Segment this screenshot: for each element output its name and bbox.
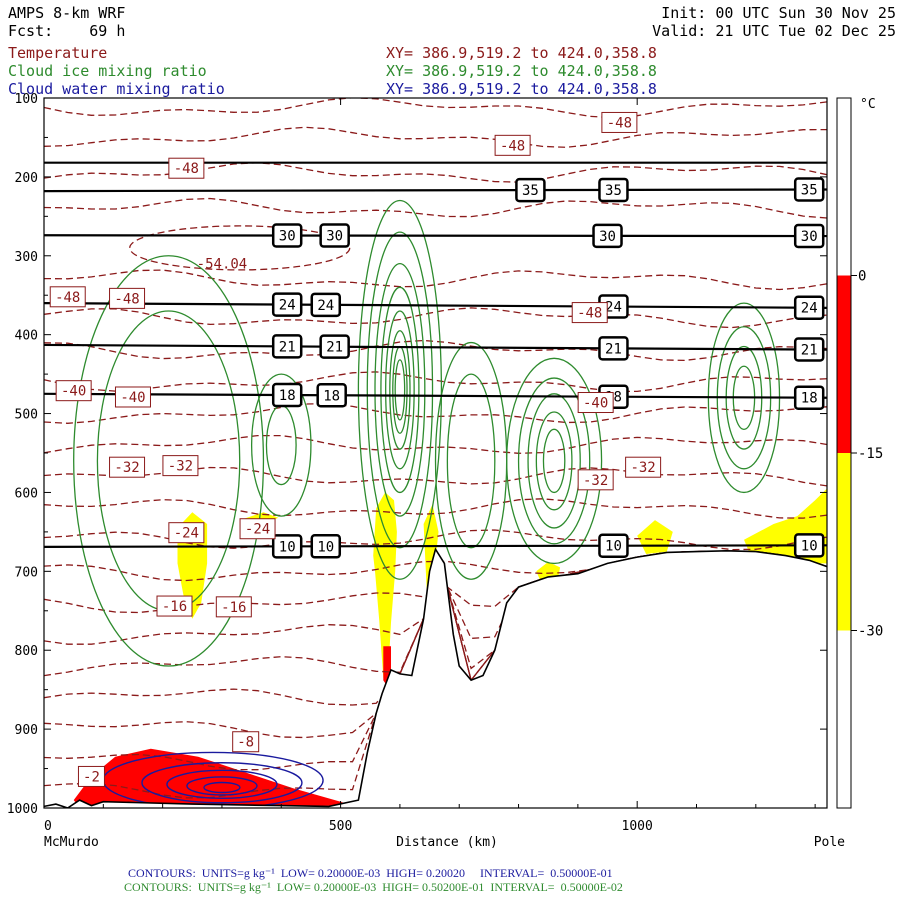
colorbar-band [837,275,851,453]
temperature-label: -40 [583,396,608,412]
isotach-label: 21 [605,341,622,357]
cloud-ice-contour [380,286,420,494]
x-tick-label: 1000 [622,819,653,834]
y-tick-label: 400 [15,329,38,344]
temperature-label: -32 [630,460,655,476]
isotach-label: 21 [801,343,818,359]
isotach-line [44,302,827,309]
temperature-label: -48 [174,161,199,177]
isotach-label: 21 [279,339,296,355]
cross-section-chart: °C0-15-30 35 35 3530 30 30 3024 24 24 2421 21 21 21… [7,92,884,850]
colorbar-band [837,98,851,276]
temperature-label: -48 [577,306,602,322]
y-tick-label: 700 [15,565,38,580]
colorbar-label: -30 [858,624,883,640]
colorbar-label: -15 [858,446,883,462]
footer-contours-water: CONTOURS: UNITS=g kg⁻¹ LOW= 0.20000E-03 … [128,866,613,880]
isotach-line [44,188,827,193]
x-endpoint-left: McMurdo [44,835,99,850]
cloud-ice-contour [374,262,426,517]
y-tick-label: 300 [15,250,38,265]
temperature-label: -48 [500,138,525,154]
isotach-label: 35 [801,183,818,199]
isotach-label: 21 [326,340,343,356]
temperature-contour [44,197,827,219]
footer-contours-ice: CONTOURS: UNITS=g kg⁻¹ LOW= 0.20000E-03 … [124,880,623,894]
isotach-label: 30 [801,229,818,245]
cloud-ice-contour [394,359,406,421]
colorbar-band [837,630,851,808]
isotach-line [44,234,827,238]
temperature-contour [44,307,827,329]
x-tick-label: 500 [329,819,352,834]
isotach-label: 30 [599,229,616,245]
y-tick-label: 800 [15,644,38,659]
y-tick-label: 500 [15,408,38,423]
isotach-label: 18 [279,388,296,404]
colorbar: °C 0 -15 -30 [836,97,883,809]
temperature-label: -32 [114,460,139,476]
temperature-label: -2 [83,769,100,785]
temperature-contour [44,269,827,291]
cloud-ice-contour [357,199,443,580]
y-tick-label: 1000 [7,802,38,817]
isotach-label: 10 [317,539,334,555]
temperature-label: -40 [61,384,86,400]
isotach-lines: 3535353030303024242424212121211818181810… [44,161,827,559]
isotach-label: 24 [279,298,296,314]
isotach-label: 10 [801,538,818,554]
colorbar-band [837,453,851,631]
isotach-label: 18 [323,388,340,404]
temperature-label: -32 [168,459,193,475]
isotach-label: 35 [522,183,539,199]
isotach-line [44,544,827,548]
cloud-ice-contour [434,341,508,580]
isotach-label: 10 [279,539,296,555]
isotach-label: 24 [317,298,334,314]
y-tick-label: 900 [15,723,38,738]
temperature-contour [44,126,827,148]
temperature-label: -40 [120,390,145,406]
y-tick-label: 100 [15,92,38,107]
isotach-label: 24 [801,301,818,317]
cloud-ice-contour [535,411,573,511]
temperature-label: -48 [55,290,80,306]
isotach-label: 30 [279,229,296,245]
x-axis-label: Distance (km) [396,835,498,850]
isotach-label: 10 [605,539,622,555]
cloud-ice-contour [446,373,496,549]
colorbar-unit: °C [860,97,876,112]
temperature-contour [44,498,827,519]
temperature-label: -8 [237,735,254,751]
isotach-label: 30 [326,229,343,245]
temperature-label: -54.04 [197,257,248,273]
cloud-ice-contour [542,428,566,494]
cloud-ice-contour [265,405,297,486]
isotach-label: 35 [605,183,622,199]
temperature-contour [44,339,827,362]
temperature-label: -48 [607,115,632,131]
cloud-ice-contour [506,357,603,565]
temp-fill-region [637,520,673,554]
temperature-label: -24 [174,526,199,542]
temperature-label: -16 [162,599,187,615]
colorbar-label: 0 [858,269,866,285]
temperature-label: -24 [245,522,270,538]
x-endpoint-right: Pole [814,835,845,850]
temperature-contour [44,98,827,119]
temperature-label: -32 [583,473,608,489]
isotach-line [44,343,827,351]
isotach-line [44,392,827,399]
isotach-label: 18 [801,391,818,407]
temperature-contour [44,162,827,183]
y-tick-label: 600 [15,486,38,501]
x-tick-label: 0 [44,819,52,834]
temperature-label: -48 [114,291,139,307]
y-tick-label: 200 [15,171,38,186]
temperature-label: -16 [221,600,246,616]
cloud-ice-contour [366,231,434,549]
